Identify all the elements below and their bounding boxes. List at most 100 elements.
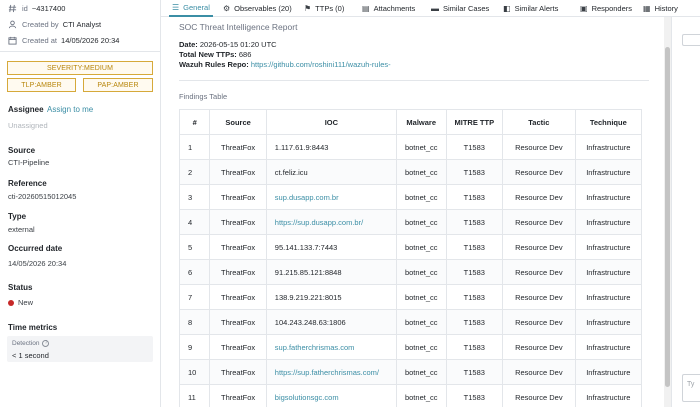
cell-ttp: T1583 [445,384,504,407]
cell-source: ThreatFox [209,384,267,407]
cell-ttp: T1583 [445,234,504,260]
comment-input[interactable]: Ty [682,374,700,402]
cell-n: 7 [178,284,211,310]
cell-n: 1 [178,134,211,160]
occurred-date-label: Occurred date [8,244,63,253]
cell-technique: Infrastructure [574,309,643,335]
status-value: New [18,298,34,307]
tab-history[interactable]: ▦ History [643,0,678,17]
cell-malware: botnet_cc [395,184,447,210]
cell-source: ThreatFox [209,134,267,160]
cell-technique: Infrastructure [574,284,643,310]
table-row[interactable]: 8 ThreatFox 104.243.248.63:1806 botnet_cc T1… [178,309,643,335]
table-row[interactable]: 5 ThreatFox 95.141.133.7:7443 botnet_cc T158… [178,234,643,260]
cell-ttp: T1583 [445,309,504,335]
report-ttps-value: 686 [238,50,252,59]
severity-badge: SEVERITY:MEDIUM [7,61,153,75]
cell-tactic: Resource Dev [502,309,576,335]
cell-malware: botnet_cc [395,359,447,385]
tab-attachments[interactable]: ▤ Attachments [362,0,415,17]
col-header: Malware [395,109,447,135]
sidebar: id ~4317400 Created by CTI Analyst Creat… [0,0,161,407]
tab-bar: ☰ General ⚙ Observables (20) ⚑ TTPs (0) … [161,0,700,17]
created-by-label: Created by [22,20,59,29]
table-row[interactable]: 2 ThreatFox ct.feliz.icu botnet_cc T1583 Reso… [178,159,643,185]
table-row[interactable]: 7 ThreatFox 138.9.219.221:8015 botnet_cc T15… [178,284,643,310]
col-header: IOC [265,109,397,135]
cell-tactic: Resource Dev [502,134,576,160]
table-row[interactable]: 11 ThreatFox bigsolutionsgc.com botnet_cc T1… [178,384,643,407]
cell-n: 10 [178,359,211,385]
calendar-icon [8,36,17,45]
report-divider [179,80,649,81]
cell-n: 9 [178,334,211,360]
tab-similar-alerts[interactable]: ◧ Similar Alerts [503,0,558,17]
tab-responders[interactable]: ▣ Responders [580,0,632,17]
cell-ioc[interactable]: bigsolutionsgc.com [265,384,397,407]
table-row[interactable]: 9 ThreatFox sup.fatherchrismas.com botnet_c… [178,334,643,360]
report-ttps-label: Total New TTPs: [179,50,237,59]
report-date: Date: 2026-05-15 01:20 UTC [179,40,277,49]
cell-technique: Infrastructure [574,234,643,260]
created-by-value: CTI Analyst [62,20,102,29]
tab-similar-cases[interactable]: ▬ Similar Cases [431,0,489,17]
cell-technique: Infrastructure [574,134,643,160]
table-row[interactable]: 10 ThreatFox https://sup.fatherchrismas.co… [178,359,643,385]
cell-ioc: 95.141.133.7:7443 [265,234,397,260]
cell-ioc[interactable]: sup.dusapp.com.br [265,184,397,210]
assign-to-me-link[interactable]: Assign to me [47,105,93,114]
cell-ioc[interactable]: sup.fatherchrismas.com [265,334,397,360]
detection-metric: Detection ? < 1 second [7,336,153,362]
cell-ttp: T1583 [445,209,504,235]
table-row[interactable]: 4 ThreatFox https://sup.dusapp.com.br/botn… [178,209,643,235]
cell-malware: botnet_cc [395,134,447,160]
cell-ioc[interactable]: https://sup.fatherchrismas.com/ [265,359,397,385]
detection-label-wrap: Detection ? [12,340,50,347]
cell-technique: Infrastructure [574,159,643,185]
cell-tactic: Resource Dev [502,159,576,185]
created-at-label: Created at [22,36,58,45]
right-panel-field[interactable] [682,34,700,46]
tab-general[interactable]: ☰ General [169,0,213,17]
id-label: id [22,4,28,13]
table-row[interactable]: 6 ThreatFox 91.215.85.121:8848 botnet_cc T15… [178,259,643,285]
cell-tactic: Resource Dev [502,284,576,310]
reference-label: Reference [8,179,47,188]
vertical-scrollbar[interactable] [664,17,671,407]
scrollbar-thumb[interactable] [665,47,670,387]
alerts-icon: ◧ [503,4,511,13]
file-icon: ▤ [362,4,370,13]
cell-source: ThreatFox [209,284,267,310]
tab-general-label: General [183,3,210,12]
tab-similar-cases-label: Similar Cases [443,4,490,13]
cell-n: 5 [178,234,211,260]
id-value[interactable]: ~4317400 [32,4,66,13]
cell-source: ThreatFox [209,309,267,335]
report-date-value: 2026-05-15 01:20 UTC [199,40,277,49]
cell-ioc: 138.9.219.221:8015 [265,284,397,310]
user-icon [8,20,17,29]
cell-ttp: T1583 [445,284,504,310]
tlp-badge: TLP:AMBER [7,78,76,92]
table-row[interactable]: 1 ThreatFox 1.117.61.9:8443 botnet_cc T1583 R… [178,134,643,160]
detection-label: Detection [12,340,40,347]
occurred-date-value: 14/05/2026 20:34 [8,259,67,268]
cell-ttp: T1583 [445,159,504,185]
cell-ioc[interactable]: https://sup.dusapp.com.br/ [265,209,397,235]
cell-technique: Infrastructure [574,184,643,210]
table-row[interactable]: 3 ThreatFox sup.dusapp.com.br botnet_cc T158… [178,184,643,210]
tab-observables[interactable]: ⚙ Observables (20) [223,0,292,17]
cell-tactic: Resource Dev [502,209,576,235]
cell-source: ThreatFox [209,159,267,185]
col-header: Tactic [502,109,576,135]
report-repo-link[interactable]: https://github.com/roshini111/wazuh-rule… [251,60,391,69]
help-icon[interactable]: ? [42,340,50,347]
cell-n: 8 [178,309,211,335]
tab-ttps-label: TTPs (0) [315,4,345,13]
tab-ttps[interactable]: ⚑ TTPs (0) [304,0,344,17]
cell-malware: botnet_cc [395,384,447,407]
detection-value: < 1 second [12,351,49,360]
cell-malware: botnet_cc [395,334,447,360]
id-row: id ~4317400 [8,4,65,13]
cell-tactic: Resource Dev [502,359,576,385]
